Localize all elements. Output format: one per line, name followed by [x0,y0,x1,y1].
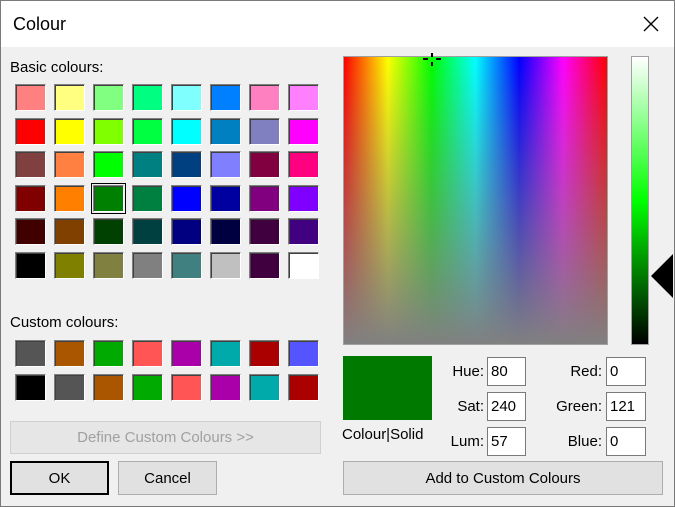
custom-colour-swatch[interactable] [210,373,241,401]
basic-colour-swatch[interactable] [54,84,85,111]
colour-solid-label: Colour|Solid [342,426,424,443]
luminosity-slider[interactable] [631,56,649,345]
basic-colour-swatch[interactable] [54,252,85,279]
red-input[interactable] [606,357,646,386]
basic-colour-swatch[interactable] [171,151,202,179]
basic-colour-swatch[interactable] [210,218,241,246]
custom-colour-swatch[interactable] [210,340,241,367]
close-icon [643,16,659,32]
green-input[interactable] [606,392,646,421]
basic-colour-swatch[interactable] [210,252,241,279]
basic-colour-swatch[interactable] [93,218,124,246]
basic-colour-swatch[interactable] [210,117,241,145]
custom-colour-swatch[interactable] [15,340,46,367]
sat-input[interactable] [487,392,526,421]
custom-colour-swatch[interactable] [15,373,46,401]
basic-colour-swatch[interactable] [249,117,280,145]
basic-colour-swatch[interactable] [132,117,163,145]
close-button[interactable] [628,1,674,47]
define-custom-colours-button[interactable]: Define Custom Colours >> [10,421,321,454]
basic-colour-swatch[interactable] [93,252,124,279]
hue-label: Hue: [452,363,484,380]
basic-colour-swatch[interactable] [132,218,163,246]
basic-colour-swatch[interactable] [15,218,46,246]
basic-colour-swatch[interactable] [132,84,163,111]
custom-colour-swatch[interactable] [93,340,124,367]
ok-button[interactable]: OK [10,461,109,495]
custom-colour-swatch[interactable] [132,373,163,401]
blue-label: Blue: [567,433,602,450]
basic-colour-swatch[interactable] [132,252,163,279]
lum-input[interactable] [487,427,526,456]
basic-colour-swatch[interactable] [54,117,85,145]
crosshair-icon [423,53,441,66]
basic-colour-swatch[interactable] [171,252,202,279]
red-label: Red: [570,363,602,380]
custom-colour-swatch[interactable] [249,373,280,401]
basic-colour-swatch[interactable] [171,218,202,246]
cancel-button[interactable]: Cancel [118,461,217,495]
basic-colour-swatch[interactable] [288,84,319,111]
custom-colour-swatch[interactable] [54,373,85,401]
basic-colour-swatch[interactable] [54,151,85,179]
basic-colour-swatch[interactable] [15,252,46,279]
basic-colour-swatch[interactable] [249,151,280,179]
colour-preview [343,356,432,420]
basic-colour-swatch[interactable] [288,252,319,279]
blue-input[interactable] [606,427,646,456]
basic-colour-swatch[interactable] [249,218,280,246]
custom-colour-swatch[interactable] [93,373,124,401]
basic-colour-swatch[interactable] [15,117,46,145]
add-to-custom-colours-button[interactable]: Add to Custom Colours [343,461,663,495]
custom-colours-label: Custom colours: [10,314,119,331]
window-title: Colour [13,14,67,34]
custom-colour-swatch[interactable] [132,340,163,367]
basic-colour-swatch[interactable] [249,84,280,111]
custom-colour-swatch[interactable] [171,373,202,401]
luminosity-arrow-icon[interactable] [651,254,673,298]
sat-label: Sat: [457,398,484,415]
basic-colour-swatch[interactable] [132,151,163,179]
basic-colour-swatch[interactable] [93,151,124,179]
hue-input[interactable] [487,357,526,386]
basic-colour-swatch[interactable] [288,218,319,246]
colour-spectrum[interactable] [343,56,608,345]
basic-colour-swatch[interactable] [93,84,124,111]
basic-colour-swatch[interactable] [171,184,202,212]
green-label: Green: [556,398,602,415]
custom-colour-swatch[interactable] [288,373,319,401]
custom-colour-swatch[interactable] [288,340,319,367]
basic-colour-swatch[interactable] [210,84,241,111]
custom-colour-swatch[interactable] [249,340,280,367]
basic-colour-swatch[interactable] [288,117,319,145]
basic-colour-swatch[interactable] [288,184,319,212]
basic-colour-swatch[interactable] [15,151,46,179]
basic-colours-label: Basic colours: [10,59,104,76]
basic-colour-swatch[interactable] [93,117,124,145]
custom-colour-swatch[interactable] [54,340,85,367]
basic-colour-swatch[interactable] [249,252,280,279]
basic-colour-swatch[interactable] [288,151,319,179]
basic-colour-swatch[interactable] [15,184,46,212]
lum-label: Lum: [450,433,484,450]
title-bar: Colour [1,1,674,47]
basic-colour-swatch[interactable] [132,184,163,212]
basic-colour-swatch[interactable] [249,184,280,212]
basic-colour-swatch[interactable] [210,184,241,212]
basic-colour-swatch[interactable] [91,182,126,214]
basic-colour-swatch[interactable] [171,84,202,111]
custom-colour-swatch[interactable] [171,340,202,367]
basic-colour-swatch[interactable] [210,151,241,179]
basic-colour-swatch[interactable] [15,84,46,111]
basic-colour-swatch[interactable] [171,117,202,145]
basic-colour-swatch[interactable] [54,218,85,246]
basic-colour-swatch[interactable] [54,184,85,212]
